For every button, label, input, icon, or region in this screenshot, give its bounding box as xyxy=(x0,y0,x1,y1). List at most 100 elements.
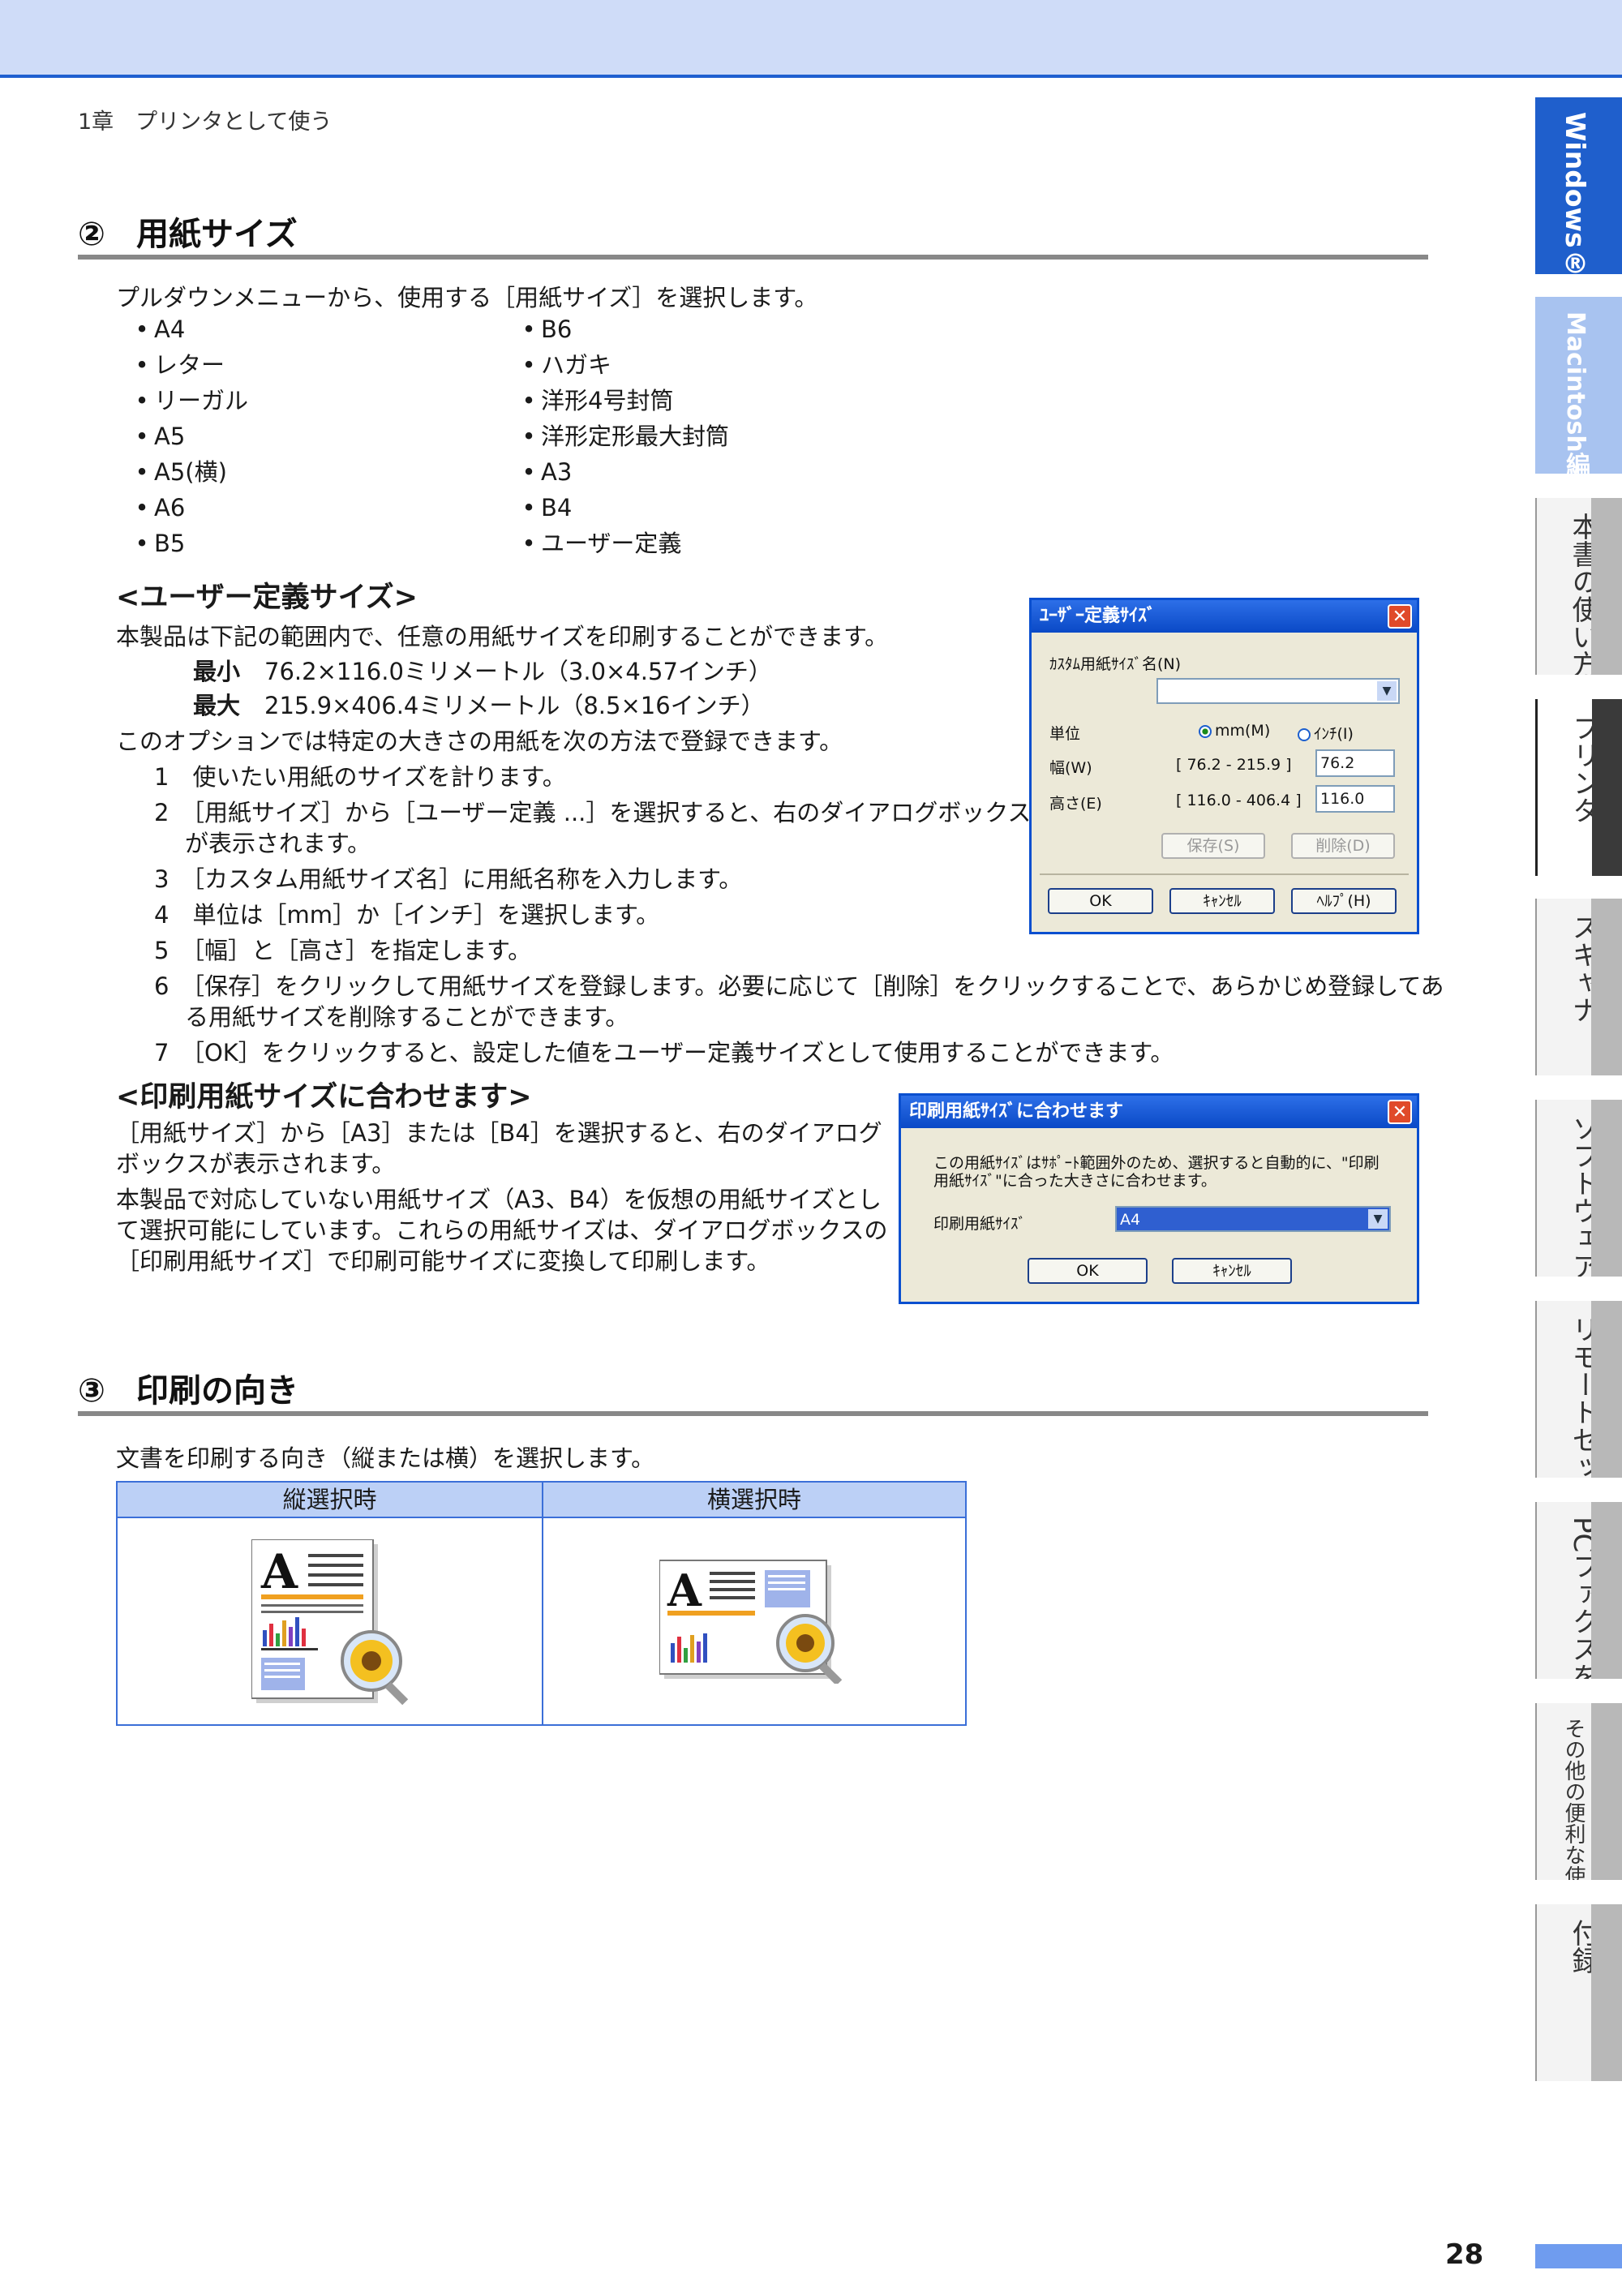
unit-mm-radio[interactable]: mm(M) xyxy=(1199,722,1270,740)
step-number: 3 xyxy=(154,865,169,893)
close-icon[interactable]: ✕ xyxy=(1388,604,1412,629)
list-item: B4 xyxy=(517,490,729,526)
custom-name-label: ｶｽﾀﾑ用紙ｻｲｽﾞ名(N) xyxy=(1049,655,1182,673)
orientation-table: 縦選択時 横選択時 A A xyxy=(116,1481,967,1726)
svg-text:A: A xyxy=(667,1564,702,1616)
paper-size-list-1: A4 レター リーガル A5 A5(横) A6 B5 xyxy=(130,311,248,561)
step-number: 6 xyxy=(154,972,169,1000)
tab-label: ソフトウェアを使うための設定 xyxy=(1567,1114,1599,1277)
tab-label: 付録 xyxy=(1567,1919,1599,1974)
tab-windows[interactable]: Windows®編 xyxy=(1535,97,1622,274)
tab-label: Windows®編 xyxy=(1560,112,1591,274)
dialog-title: 印刷用紙ｻｲｽﾞに合わせます xyxy=(901,1096,1417,1128)
text-line: 本製品で対応していない用紙サイズ（A3、B4）を仮想の用紙サイズとし xyxy=(116,1186,882,1213)
fit-paper-dialog: 印刷用紙ｻｲｽﾞに合わせます ✕ この用紙ｻｲｽﾞはｻﾎﾟｰﾄ範囲外のため、選択… xyxy=(899,1093,1419,1304)
tab-label: 本書の使い方・目次 xyxy=(1567,513,1599,675)
tab-scanner[interactable]: スキャナ xyxy=(1535,899,1622,1075)
tab-macintosh[interactable]: Macintosh編 xyxy=(1535,297,1622,474)
custom-size-dialog: ﾕｰｻﾞｰ定義ｻｲｽﾞ ✕ ｶｽﾀﾑ用紙ｻｲｽﾞ名(N) ▼ 単位 mm(M) … xyxy=(1029,598,1419,934)
unit-label: 単位 xyxy=(1049,725,1081,743)
step-text: ［OK］をクリックすると、設定した値をユーザー定義サイズとして使用することができ… xyxy=(192,1039,1174,1066)
unit-inch-label: ｲﾝﾁ(I) xyxy=(1314,725,1354,743)
step-number: 5 xyxy=(154,937,169,964)
ok-button[interactable]: OK xyxy=(1048,888,1153,914)
text-line: この用紙ｻｲｽﾞはｻﾎﾟｰﾄ範囲外のため、選択すると自動的に、"印刷 xyxy=(933,1154,1380,1172)
table-divider xyxy=(542,1517,543,1724)
radio-icon xyxy=(1298,728,1311,741)
max-value: 215.9×406.4ミリメートル（8.5×16インチ） xyxy=(264,692,765,719)
list-item: 洋形4号封筒 xyxy=(517,383,729,418)
text-line: ボックスが表示されます。 xyxy=(116,1150,396,1178)
step-text: ［保存］をクリックして用紙サイズを登録します。必要に応じて［削除］をクリックする… xyxy=(192,972,1444,1000)
portrait-page-icon: A xyxy=(251,1539,409,1706)
close-icon[interactable]: ✕ xyxy=(1388,1100,1412,1124)
tab-appendix[interactable]: 付録 xyxy=(1535,1904,1622,2081)
tab-pc-fax[interactable]: PCファクスを使用する xyxy=(1535,1502,1622,1679)
tab-label: プリンタ xyxy=(1568,714,1600,824)
fit-size-select[interactable]: A4 ▼ xyxy=(1115,1206,1391,1232)
step-text: ［幅］と［高さ］を指定します。 xyxy=(192,937,532,964)
page-number: 28 xyxy=(1445,2238,1484,2271)
list-item: A3 xyxy=(517,454,729,490)
list-item: ユーザー定義 xyxy=(517,526,729,561)
width-input[interactable]: 76.2 xyxy=(1315,749,1395,777)
list-item: B5 xyxy=(130,526,248,561)
section-title-text: 用紙サイズ xyxy=(136,216,298,253)
ok-button[interactable]: OK xyxy=(1028,1258,1148,1284)
height-input[interactable]: 116.0 xyxy=(1315,785,1395,813)
custom-option: このオプションでは特定の大きさの用紙を次の方法で登録できます。 xyxy=(116,727,843,755)
cancel-button[interactable]: ｷｬﾝｾﾙ xyxy=(1172,1258,1292,1284)
unit-inch-radio[interactable]: ｲﾝﾁ(I) xyxy=(1298,722,1354,744)
help-button[interactable]: ﾍﾙﾌﾟ(H) xyxy=(1291,888,1397,914)
section-number: ② xyxy=(78,216,105,253)
orient-intro: 文書を印刷する向き（縦または横）を選択します。 xyxy=(116,1444,655,1472)
step-number: 7 xyxy=(154,1039,169,1066)
step-5: 5 ［幅］と［高さ］を指定します。 xyxy=(154,933,531,968)
custom-intro: 本製品は下記の範囲内で、任意の用紙サイズを印刷することができます。 xyxy=(116,623,889,650)
paper-intro: プルダウンメニューから、使用する［用紙サイズ］を選択します。 xyxy=(116,284,818,311)
step-3: 3 ［カスタム用紙サイズ名］に用紙名称を入力します。 xyxy=(154,861,742,897)
col-landscape-header: 横選択時 xyxy=(543,1483,965,1518)
col-portrait-header: 縦選択時 xyxy=(118,1483,543,1518)
tab-software-settings[interactable]: ソフトウェアを使うための設定 xyxy=(1535,1100,1622,1277)
cancel-button[interactable]: ｷｬﾝｾﾙ xyxy=(1169,888,1275,914)
step-number: 2 xyxy=(154,799,169,826)
chevron-down-icon: ▼ xyxy=(1368,1209,1388,1229)
fit-para-1: ［用紙サイズ］から［A3］または［B4］を選択すると、右のダイアログ ボックスが… xyxy=(116,1118,882,1179)
selected-value: A4 xyxy=(1120,1211,1141,1229)
custom-min: 最小 76.2×116.0ミリメートル（3.0×4.57インチ） xyxy=(193,654,772,689)
section-title-paper-size: ② 用紙サイズ xyxy=(78,208,1428,260)
custom-size-heading: <ユーザー定義サイズ> xyxy=(116,582,418,614)
max-label: 最大 xyxy=(193,692,241,719)
delete-button[interactable]: 削除(D) xyxy=(1291,833,1395,859)
tab-other[interactable]: その他の便利な使い方(ControlCenter2/3) xyxy=(1535,1703,1622,1880)
text-line: て選択可能にしています。これらの用紙サイズは、ダイアログボックスの xyxy=(116,1217,888,1244)
list-item: A5 xyxy=(130,418,248,454)
list-item: ハガキ xyxy=(517,347,729,383)
save-button[interactable]: 保存(S) xyxy=(1161,833,1265,859)
text-line: 用紙ｻｲｽﾞ"に合った大きさに合わせます。 xyxy=(933,1172,1216,1190)
tab-printer[interactable]: プリンタ xyxy=(1535,699,1622,876)
list-item: 洋形定形最大封筒 xyxy=(517,418,729,454)
step-text: ［用紙サイズ］から［ユーザー定義 ...］を選択すると、右のダイアログボックス xyxy=(192,799,1032,826)
min-value: 76.2×116.0ミリメートル（3.0×4.57インチ） xyxy=(264,658,772,685)
tab-remote-setup[interactable]: リモートセットアップ xyxy=(1535,1301,1622,1478)
list-item: A6 xyxy=(130,490,248,526)
chevron-down-icon: ▼ xyxy=(1377,681,1397,701)
tab-label: リモートセットアップ xyxy=(1567,1315,1599,1478)
page-number-bar xyxy=(1535,2244,1622,2268)
fit-message: この用紙ｻｲｽﾞはｻﾎﾟｰﾄ範囲外のため、選択すると自動的に、"印刷 用紙ｻｲｽ… xyxy=(933,1154,1380,1190)
step-7: 7 ［OK］をクリックすると、設定した値をユーザー定義サイズとして使用することが… xyxy=(154,1035,1174,1071)
landscape-page-icon: A xyxy=(659,1560,843,1684)
section-title-text: 印刷の向き xyxy=(136,1372,298,1410)
custom-name-select[interactable]: ▼ xyxy=(1156,678,1400,704)
paper-size-list-2: B6 ハガキ 洋形4号封筒 洋形定形最大封筒 A3 B4 ユーザー定義 xyxy=(517,311,729,561)
svg-text:A: A xyxy=(260,1544,298,1599)
dialog-divider xyxy=(1040,873,1409,875)
fit-para-2: 本製品で対応していない用紙サイズ（A3、B4）を仮想の用紙サイズとし て選択可能… xyxy=(116,1184,888,1277)
step-6-cont: る用紙サイズを削除することができます。 xyxy=(185,1003,629,1031)
list-item: A4 xyxy=(130,311,248,347)
tab-toc[interactable]: 本書の使い方・目次 xyxy=(1535,498,1622,675)
section-title-orientation: ③ 印刷の向き xyxy=(78,1364,1428,1416)
top-band xyxy=(0,0,1622,78)
